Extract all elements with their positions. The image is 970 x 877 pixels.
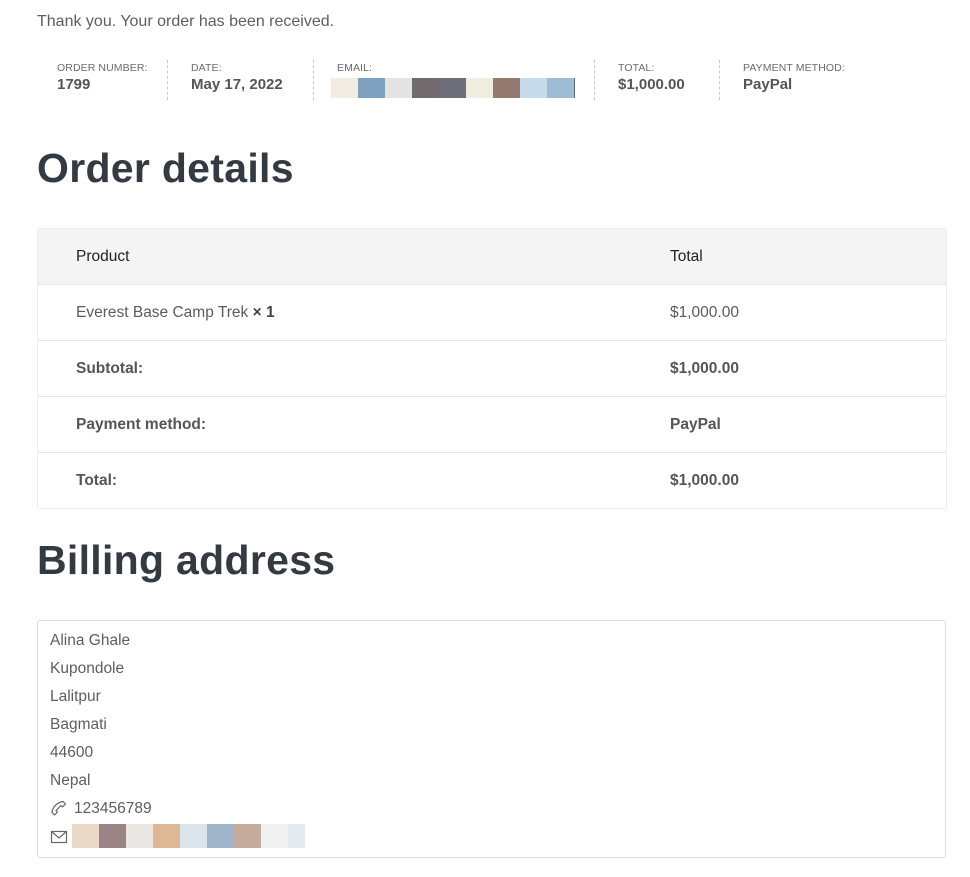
overview-divider xyxy=(313,60,314,100)
order-overview: ORDER NUMBER: 1799 DATE: May 17, 2022 EM… xyxy=(37,60,897,100)
payment-method-label: PAYMENT METHOD: xyxy=(743,62,845,74)
total-value: $1,000.00 xyxy=(618,76,685,93)
billing-address-heading: Billing address xyxy=(37,537,336,583)
billing-street: Kupondole xyxy=(50,660,125,677)
order-details-table: Product Total Everest Base Camp Trek × 1… xyxy=(37,228,947,509)
table-row: Everest Base Camp Trek × 1 $1,000.00 xyxy=(38,284,946,340)
product-link[interactable]: Everest Base Camp Trek xyxy=(76,304,248,321)
payment-method-row-label: Payment method: xyxy=(76,416,207,433)
product-quantity: × 1 xyxy=(252,304,275,321)
overview-payment-method: PAYMENT METHOD: PayPal xyxy=(743,60,845,100)
subtotal-value: $1,000.00 xyxy=(670,360,739,377)
overview-order-number: ORDER NUMBER: 1799 xyxy=(57,60,148,100)
table-header-row: Product Total xyxy=(38,229,946,284)
grand-total-label: Total: xyxy=(76,472,118,489)
overview-email: EMAIL: xyxy=(331,60,575,100)
billing-phone[interactable]: 123456789 xyxy=(74,799,152,819)
table-row: Subtotal: $1,000.00 xyxy=(38,340,946,396)
date-value: May 17, 2022 xyxy=(191,76,283,93)
column-header-product: Product xyxy=(76,248,130,265)
column-header-total: Total xyxy=(670,248,703,265)
email-label: EMAIL: xyxy=(337,62,373,74)
order-number-value: 1799 xyxy=(57,76,91,93)
billing-email-redacted xyxy=(72,824,305,848)
thank-you-message: Thank you. Your order has been received. xyxy=(37,13,335,30)
billing-city: Lalitpur xyxy=(50,688,101,705)
billing-state: Bagmati xyxy=(50,716,107,733)
email-redacted xyxy=(331,78,575,98)
table-row: Payment method: PayPal xyxy=(38,396,946,452)
payment-method-row-value: PayPal xyxy=(670,416,721,433)
overview-divider xyxy=(594,60,595,100)
billing-country: Nepal xyxy=(50,772,91,789)
payment-method-value: PayPal xyxy=(743,76,793,93)
billing-address-box: Alina Ghale Kupondole Lalitpur Bagmati 4… xyxy=(37,620,946,858)
phone-icon xyxy=(50,799,68,819)
date-label: DATE: xyxy=(191,62,222,74)
product-cell: Everest Base Camp Trek × 1 xyxy=(76,285,275,340)
mail-icon xyxy=(50,827,68,847)
total-label: TOTAL: xyxy=(618,62,655,74)
grand-total-value: $1,000.00 xyxy=(670,472,739,489)
overview-divider xyxy=(167,60,168,100)
overview-total: TOTAL: $1,000.00 xyxy=(618,60,685,100)
table-row: Total: $1,000.00 xyxy=(38,452,946,508)
product-total: $1,000.00 xyxy=(670,304,739,321)
subtotal-label: Subtotal: xyxy=(76,360,144,377)
overview-date: DATE: May 17, 2022 xyxy=(191,60,283,100)
billing-postcode: 44600 xyxy=(50,744,94,761)
order-details-heading: Order details xyxy=(37,145,294,191)
overview-divider xyxy=(719,60,720,100)
billing-name: Alina Ghale xyxy=(50,632,131,649)
order-number-label: ORDER NUMBER: xyxy=(57,62,148,74)
